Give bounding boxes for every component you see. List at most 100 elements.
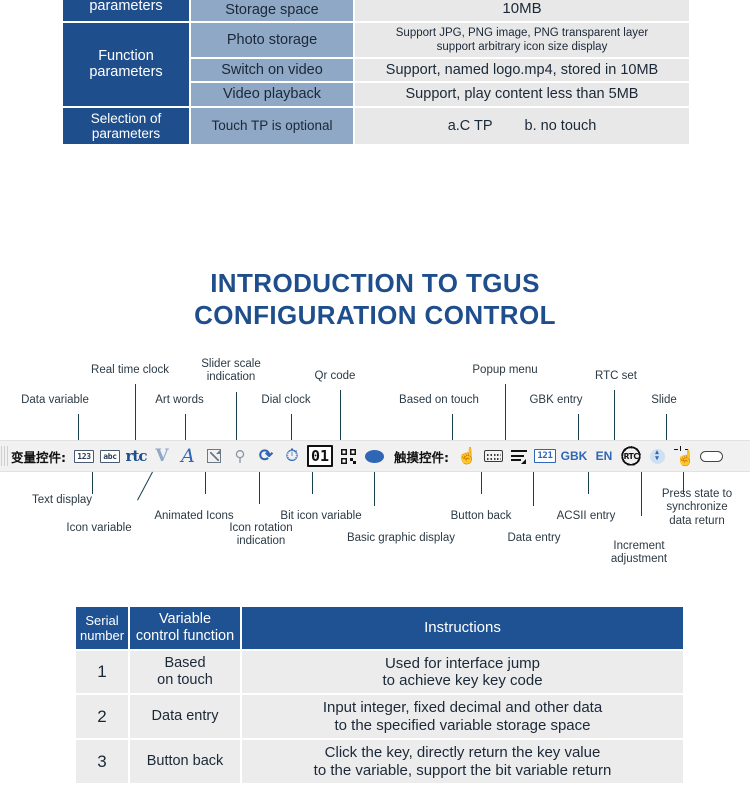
icon-variable-glyph: V [155, 446, 169, 466]
variable-controls-toolbar[interactable]: 变量控件: 123 abc rtc V A ⚲ ⟳ ⏱ 01 触摸控件: ☝ 1… [0, 440, 750, 472]
dial-clock-icon[interactable]: ⏱ [279, 443, 305, 469]
leader-line [137, 471, 153, 501]
hardware-spec-table: Hardware parameters interface Support US… [61, 0, 691, 146]
text-display-icon[interactable]: abc [97, 443, 123, 469]
leader-line [78, 414, 79, 440]
cell-serial-number: 1 [76, 650, 128, 694]
variable-controls-label: 变量控件: [11, 449, 66, 465]
leader-line [205, 472, 206, 494]
label-slider-scale: Slider scale indication [201, 358, 261, 384]
label-slide: Slide [651, 394, 677, 406]
slider-scale-icon[interactable]: ⚲ [227, 443, 253, 469]
increment-adjustment-icon[interactable]: ▴ ▾ [644, 443, 670, 469]
circular-arrow-icon: ⟳ [258, 446, 274, 465]
data-variable-glyph: 123 [74, 449, 94, 463]
label-ascii-entry: ACSII entry [556, 510, 616, 522]
real-time-clock-glyph: rtc [125, 447, 148, 465]
slider-pill-icon [699, 450, 723, 462]
pointing-hand-icon: ☝ [457, 448, 477, 465]
label-based-on-touch: Based on touch [399, 394, 479, 406]
spec-name-switch-on-video: Switch on video [191, 59, 353, 82]
table-row: 3 Button back Click the key, directly re… [76, 740, 683, 783]
icon-rotation-icon[interactable]: ⟳ [253, 443, 279, 469]
animated-icons-glyph [207, 449, 221, 463]
spec-name-touch-tp: Touch TP is optional [191, 107, 353, 144]
qr-code-glyph [340, 448, 356, 464]
leader-line [135, 384, 136, 440]
real-time-clock-icon[interactable]: rtc [123, 443, 149, 469]
label-text-display: Text display [31, 494, 93, 506]
spec-value-video-playback: Support, play content less than 5MB [355, 83, 689, 106]
button-back-glyph: 121 [534, 449, 556, 463]
leader-line [236, 392, 237, 440]
ascii-entry-glyph: EN [595, 449, 613, 463]
slide-icon[interactable] [696, 443, 726, 469]
clock-icon: ⏱ [285, 446, 299, 465]
spec-value-photo-storage: Support JPG, PNG image, PNG transparent … [355, 23, 689, 58]
spec-group-selection: Selection of parameters [63, 107, 189, 144]
art-words-icon[interactable]: A [175, 443, 201, 469]
art-words-glyph: A [181, 445, 195, 467]
leader-line [185, 414, 186, 440]
data-variable-icon[interactable]: 123 [71, 443, 97, 469]
page-title: INTRODUCTION TO TGUS CONFIGURATION CONTR… [194, 268, 556, 330]
table-row: Selection of parameters Touch TP is opti… [63, 107, 689, 144]
based-on-touch-icon[interactable]: ☝ [454, 443, 480, 469]
popup-menu-icon[interactable] [506, 443, 532, 469]
table-header-row: Serial number Variable control function … [76, 607, 683, 649]
keyboard-icon [483, 450, 503, 462]
ellipse-icon [362, 449, 384, 466]
leader-line [588, 472, 589, 494]
animated-icons-icon[interactable] [201, 443, 227, 469]
leader-line [312, 472, 313, 494]
spec-name-video-playback: Video playback [191, 83, 353, 106]
press-hand-icon: ☝ [673, 446, 695, 467]
press-state-icon[interactable]: ☝ [670, 443, 696, 469]
touch-controls-label: 触摸控件: [394, 449, 449, 465]
cell-instructions: Input integer, fixed decimal and other d… [242, 695, 683, 739]
table-row: 2 Data entry Input integer, fixed decima… [76, 695, 683, 739]
leader-line [452, 414, 453, 440]
gear-icon: RTC [621, 446, 641, 466]
leader-line [578, 414, 579, 440]
label-qr-code: Qr code [314, 370, 356, 382]
label-dial-clock: Dial clock [261, 394, 311, 406]
bit-icon-variable-icon[interactable]: 01 [305, 443, 335, 469]
spec-name-photo-storage: Photo storage [191, 23, 353, 58]
icon-variable-icon[interactable]: V [149, 443, 175, 469]
data-entry-icon[interactable] [480, 443, 506, 469]
spec-value-touch-tp: a.C TP b. no touch [355, 107, 689, 144]
rtc-set-glyph: RTC [623, 451, 639, 461]
leader-line [614, 390, 615, 440]
ascii-entry-icon[interactable]: EN [590, 443, 618, 469]
qr-code-icon[interactable] [335, 443, 361, 469]
cell-serial-number: 3 [76, 740, 128, 783]
toolbar-grip[interactable] [1, 446, 8, 466]
table-row: 1 Based on touch Used for interface jump… [76, 650, 683, 694]
label-press-state: Press state to synchronize data return [661, 488, 733, 527]
rtc-set-icon[interactable]: RTC [618, 443, 644, 469]
leader-line [505, 384, 506, 440]
variable-control-function-table: Serial number Variable control function … [74, 605, 685, 785]
toolbar-annotation-diagram: Data variable Real time clock Art words … [0, 352, 750, 577]
leader-line [291, 414, 292, 440]
page-root: Hardware parameters interface Support US… [0, 0, 750, 800]
spec-group-function: Function parameters [63, 23, 189, 106]
column-header-instructions: Instructions [242, 607, 683, 649]
label-basic-graphic-display: Basic graphic display [346, 532, 456, 544]
spec-value-storage-space: 10MB [355, 0, 689, 22]
bit-icon-variable-glyph: 01 [306, 445, 334, 467]
cell-serial-number: 2 [76, 695, 128, 739]
spec-name-storage-space: Storage space [191, 0, 353, 22]
table-row: Function parameters Photo storage Suppor… [63, 23, 689, 106]
text-display-glyph: abc [100, 449, 120, 463]
cell-variable-function: Button back [130, 740, 240, 783]
button-back-icon[interactable]: 121 [532, 443, 558, 469]
column-header-variable-function: Variable control function [130, 607, 240, 649]
label-real-time-clock: Real time clock [91, 364, 169, 376]
gbk-entry-icon[interactable]: GBK [558, 443, 590, 469]
leader-line [533, 472, 534, 506]
spec-value-switch-on-video: Support, named logo.mp4, stored in 10MB [355, 59, 689, 82]
key-icon: ⚲ [234, 448, 246, 465]
basic-graphic-display-icon[interactable] [361, 443, 387, 469]
